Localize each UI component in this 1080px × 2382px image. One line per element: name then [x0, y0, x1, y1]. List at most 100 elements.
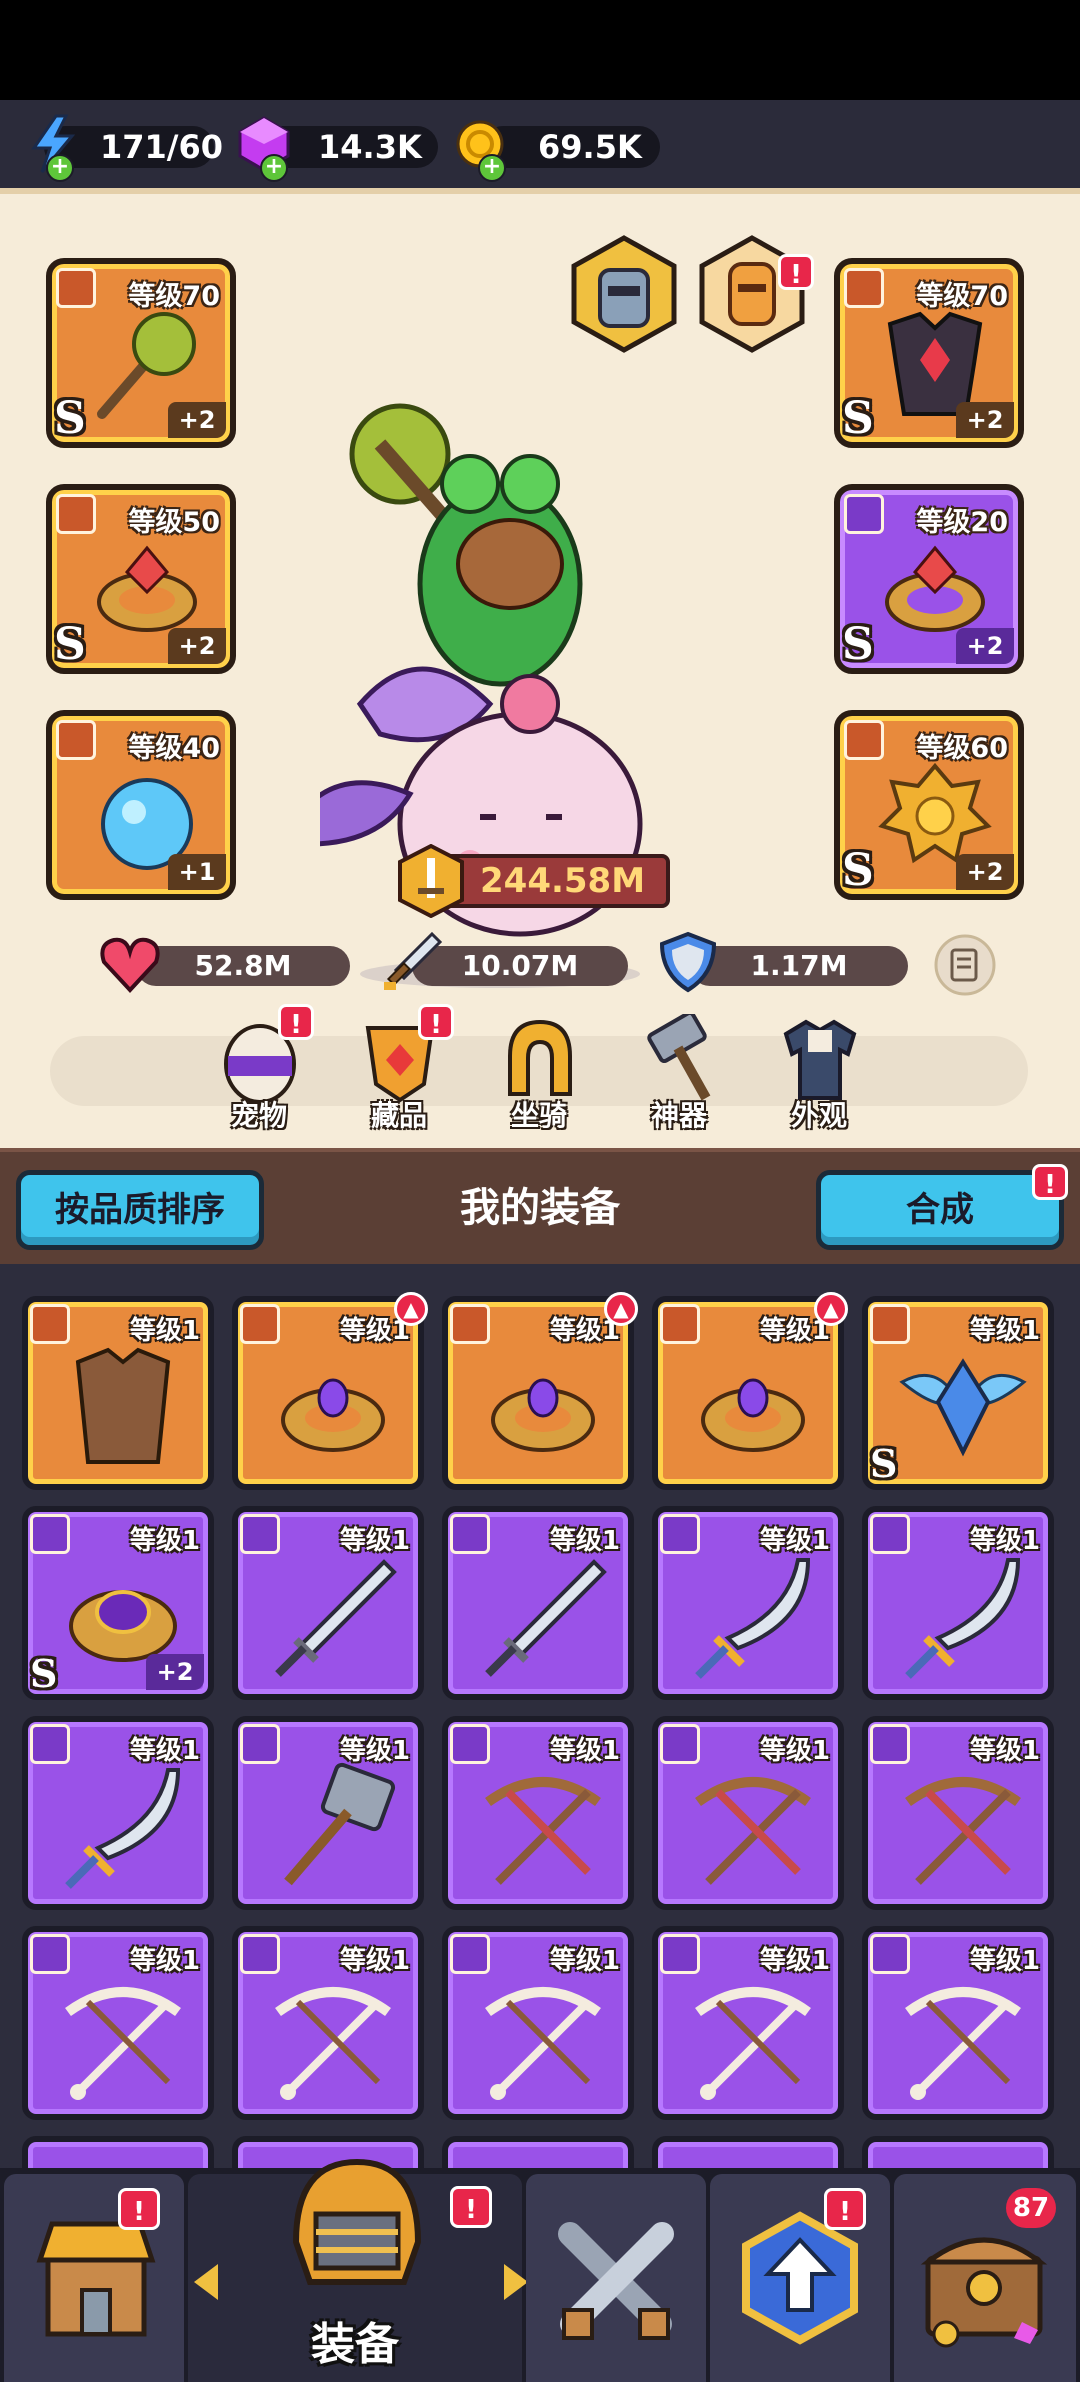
inventory-item[interactable]: 等级1 ▲: [232, 1292, 428, 1490]
inventory-item[interactable]: 等级1: [862, 1716, 1054, 1910]
inventory-item[interactable]: 等级1 S: [862, 1296, 1054, 1490]
pet-button[interactable]: 宠物 !: [204, 1004, 314, 1134]
mount-label: 坐骑: [510, 1099, 567, 1132]
stats-details-icon[interactable]: [934, 934, 996, 996]
treasure-chest-icon: [920, 2237, 1048, 2348]
scimitar-icon: [65, 1768, 181, 1889]
upgrade-level: +2: [168, 628, 226, 664]
mount-horseshoe-icon: [508, 1019, 572, 1096]
inventory-item[interactable]: 等级1: [22, 1296, 214, 1490]
broadsword-icon: [485, 1559, 607, 1677]
hero-panel: 等级70 S +2 等级50 S +2 等级40 +1 等级70 S +2 等级…: [0, 188, 1080, 1148]
grade-label: S: [842, 845, 874, 896]
artifact-button[interactable]: 神器: [624, 1014, 734, 1134]
inventory-item[interactable]: 等级1: [652, 1506, 844, 1700]
inventory-item-partial[interactable]: [862, 2136, 1054, 2168]
add-coins-icon[interactable]: +: [478, 154, 506, 182]
scimitar-icon: [905, 1558, 1021, 1679]
inventory-item-partial[interactable]: [442, 2136, 634, 2168]
companion-alert-badge: !: [778, 254, 814, 290]
ring-slot-2[interactable]: 等级20 S +2: [834, 484, 1024, 674]
sword-icon: [240, 1514, 280, 1554]
artifact-label: 神器: [650, 1099, 707, 1132]
ring-icon: [844, 494, 884, 534]
mount-button[interactable]: 坐骑: [484, 1014, 594, 1134]
nav-shop[interactable]: !: [4, 2174, 184, 2382]
war-hammer-icon: [284, 1762, 396, 1886]
upgrade-available-icon: ▲: [814, 1292, 848, 1326]
collection-label: 藏品: [370, 1099, 427, 1132]
grade-label: S: [842, 619, 874, 670]
bone-bow-icon: [65, 1987, 181, 2100]
add-energy-icon[interactable]: +: [46, 154, 74, 182]
inventory-item[interactable]: 等级1: [862, 1506, 1054, 1700]
add-gems-icon[interactable]: +: [260, 154, 288, 182]
inventory-item-partial[interactable]: [652, 2136, 844, 2168]
inventory-item[interactable]: 等级1: [232, 1926, 424, 2120]
companion-paladin-icon[interactable]: [694, 234, 810, 354]
inventory-item-partial[interactable]: [22, 2136, 214, 2168]
item-level: 等级1: [759, 1946, 830, 1976]
sword-stat-icon: [384, 931, 443, 990]
nav-equipment[interactable]: ! 装备: [188, 2158, 528, 2382]
upgrade-level: +2: [956, 628, 1014, 664]
inventory-item[interactable]: 等级1: [442, 1506, 634, 1700]
section-title: 我的装备: [460, 1185, 620, 1231]
inventory-item[interactable]: 等级1: [22, 1716, 214, 1910]
necklace-icon: [870, 1304, 910, 1344]
necklace-slot[interactable]: 等级40 +1: [46, 710, 236, 900]
sword-icon: [450, 1724, 490, 1764]
inventory-item[interactable]: 等级1: [442, 1926, 634, 2120]
ring-icon: [450, 1304, 490, 1344]
inventory-item[interactable]: 等级1 ▲: [652, 1292, 848, 1490]
inventory-item[interactable]: 等级1: [232, 1506, 424, 1700]
item-level: 等级1: [969, 1946, 1040, 1976]
sword-icon: [30, 1934, 70, 1974]
necklace-slot-2[interactable]: 等级60 S +2: [834, 710, 1024, 900]
nav-upgrade[interactable]: !: [710, 2174, 890, 2382]
bone-bow-icon: [905, 1987, 1021, 2100]
upgrade-level: +2: [146, 1654, 204, 1690]
costume-button[interactable]: 外观: [764, 1014, 874, 1134]
scimitar-icon: [695, 1558, 811, 1679]
equipment-header: 按品质排序 我的装备 合成 !: [0, 1148, 1080, 1264]
sort-by-quality-button[interactable]: 按品质排序: [16, 1170, 264, 1250]
merge-button[interactable]: 合成: [816, 1170, 1064, 1250]
bone-bow-icon: [275, 1987, 391, 2100]
nav-chest[interactable]: 87: [894, 2174, 1076, 2382]
inventory-item[interactable]: 等级1: [442, 1716, 634, 1910]
inventory-item[interactable]: 等级1: [652, 1926, 844, 2120]
upgrade-available-icon: ▲: [604, 1292, 638, 1326]
heart-icon: [100, 937, 160, 993]
coin-value: 69.5K: [538, 128, 642, 166]
health-stat: 52.8M: [136, 946, 350, 986]
shield-icon: [659, 931, 717, 993]
armor-slot[interactable]: 等级70 S +2: [834, 258, 1024, 448]
inventory-item[interactable]: 等级1: [862, 1926, 1054, 2120]
power-icon: [398, 844, 464, 918]
collection-alert-badge: !: [418, 1004, 454, 1040]
grade-label: S: [870, 1441, 898, 1486]
ring-slot[interactable]: 等级50 S +2: [46, 484, 236, 674]
armor-icon: [844, 268, 884, 308]
companion-knight-icon[interactable]: [566, 234, 682, 354]
helmet-icon: [292, 2158, 422, 2285]
collection-button[interactable]: 藏品 !: [344, 1004, 454, 1134]
gem-value: 14.3K: [318, 128, 422, 166]
sword-icon: [660, 1724, 700, 1764]
inventory-item[interactable]: 等级1 S +2: [22, 1506, 214, 1700]
armor-icon: [30, 1304, 70, 1344]
leather-vest-icon: [75, 1347, 171, 1464]
inventory-item[interactable]: 等级1: [652, 1716, 844, 1910]
bone-bow-icon: [485, 1987, 601, 2100]
inventory-item[interactable]: 等级1 ▲: [442, 1292, 638, 1490]
coin-counter[interactable]: 69.5K: [482, 126, 660, 168]
weapon-slot[interactable]: 等级70 S +2: [46, 258, 236, 448]
bottom-nav: ! ! 装备 ! 87: [0, 2158, 1080, 2382]
health-value: 52.8M: [194, 949, 292, 982]
item-level: 等级1: [339, 1736, 410, 1766]
inventory-item[interactable]: 等级1: [232, 1716, 424, 1910]
nav-battle[interactable]: [526, 2174, 706, 2382]
inventory-item[interactable]: 等级1: [22, 1926, 214, 2120]
slot-level: 等级70: [916, 281, 1008, 312]
